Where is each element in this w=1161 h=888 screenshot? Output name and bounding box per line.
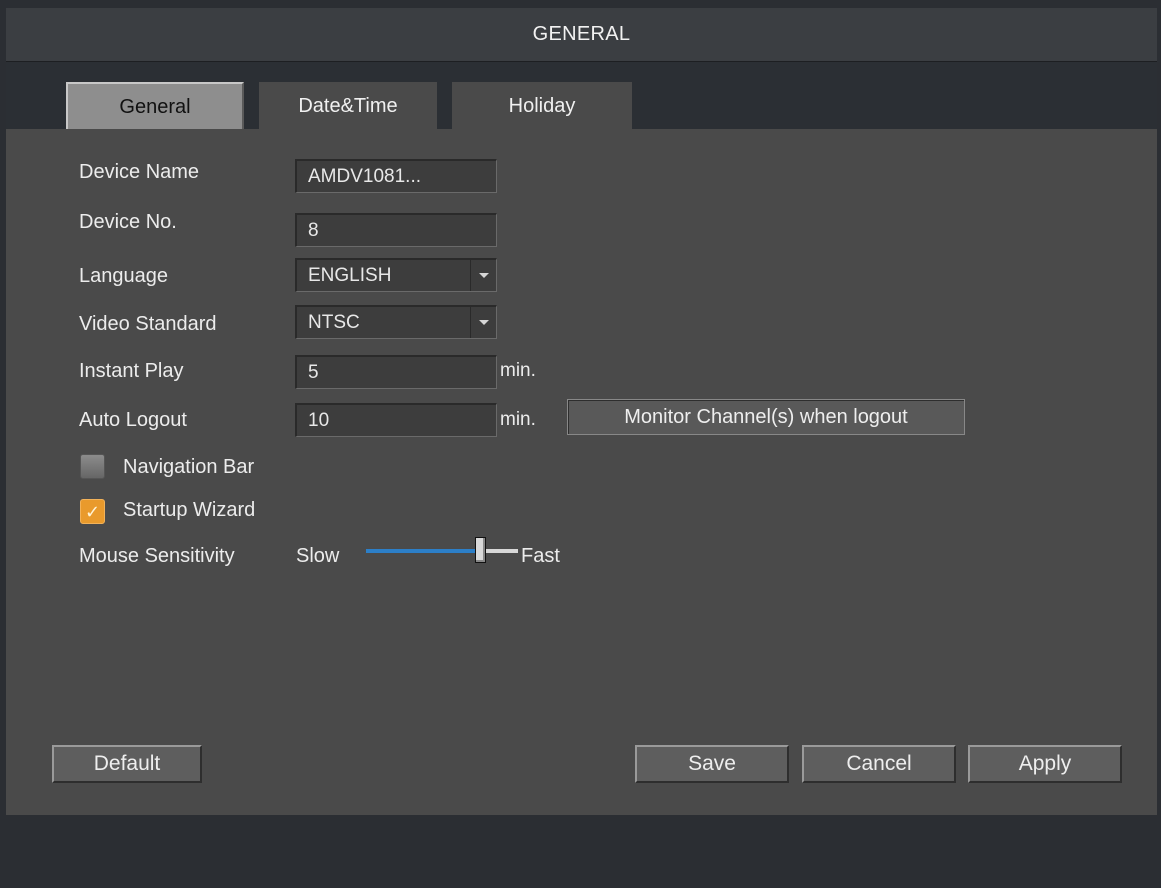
- settings-panel: Device Name AMDV1081... Device No. 8 Lan…: [6, 129, 1157, 815]
- language-select[interactable]: ENGLISH: [295, 258, 497, 292]
- device-no-label: Device No.: [79, 211, 177, 233]
- auto-logout-unit: min.: [500, 409, 536, 430]
- fast-label: Fast: [521, 545, 560, 567]
- chevron-down-icon[interactable]: [470, 260, 496, 291]
- tab-strip: General Date&Time Holiday: [6, 62, 1157, 131]
- device-no-input[interactable]: 8: [295, 213, 497, 247]
- general-settings-window: GENERAL General Date&Time Holiday Device…: [6, 8, 1157, 888]
- slider-fill: [366, 549, 480, 553]
- mouse-sensitivity-label: Mouse Sensitivity: [79, 545, 235, 567]
- device-name-input[interactable]: AMDV1081...: [295, 159, 497, 193]
- video-standard-label: Video Standard: [79, 313, 217, 335]
- startup-wizard-checkbox[interactable]: ✓: [80, 499, 105, 524]
- slider-rest: [486, 549, 518, 553]
- instant-play-input[interactable]: 5: [295, 355, 497, 389]
- tab-date-time[interactable]: Date&Time: [259, 82, 437, 130]
- video-standard-select[interactable]: NTSC: [295, 305, 497, 339]
- auto-logout-input[interactable]: 10: [295, 403, 497, 437]
- tab-general[interactable]: General: [66, 82, 244, 131]
- instant-play-label: Instant Play: [79, 360, 184, 382]
- slider-thumb[interactable]: [475, 537, 486, 563]
- startup-wizard-label: Startup Wizard: [123, 499, 256, 521]
- checkmark-icon: ✓: [84, 501, 101, 522]
- footer-bar: [6, 815, 1157, 888]
- save-button[interactable]: Save: [635, 745, 789, 783]
- language-label: Language: [79, 265, 168, 287]
- device-name-label: Device Name: [79, 161, 200, 183]
- mouse-sensitivity-slider[interactable]: [366, 549, 518, 553]
- navigation-bar-checkbox[interactable]: [80, 454, 105, 479]
- window-title: GENERAL: [6, 8, 1157, 62]
- navigation-bar-label: Navigation Bar: [123, 456, 255, 478]
- language-value: ENGLISH: [308, 264, 392, 286]
- apply-button[interactable]: Apply: [968, 745, 1122, 783]
- slow-label: Slow: [296, 545, 340, 567]
- tab-holiday[interactable]: Holiday: [452, 82, 632, 130]
- video-standard-value: NTSC: [308, 311, 360, 333]
- cancel-button[interactable]: Cancel: [802, 745, 956, 783]
- chevron-down-icon[interactable]: [470, 307, 496, 338]
- instant-play-unit: min.: [500, 360, 536, 381]
- auto-logout-label: Auto Logout: [79, 409, 187, 431]
- default-button[interactable]: Default: [52, 745, 202, 783]
- monitor-channels-button[interactable]: Monitor Channel(s) when logout: [567, 399, 965, 435]
